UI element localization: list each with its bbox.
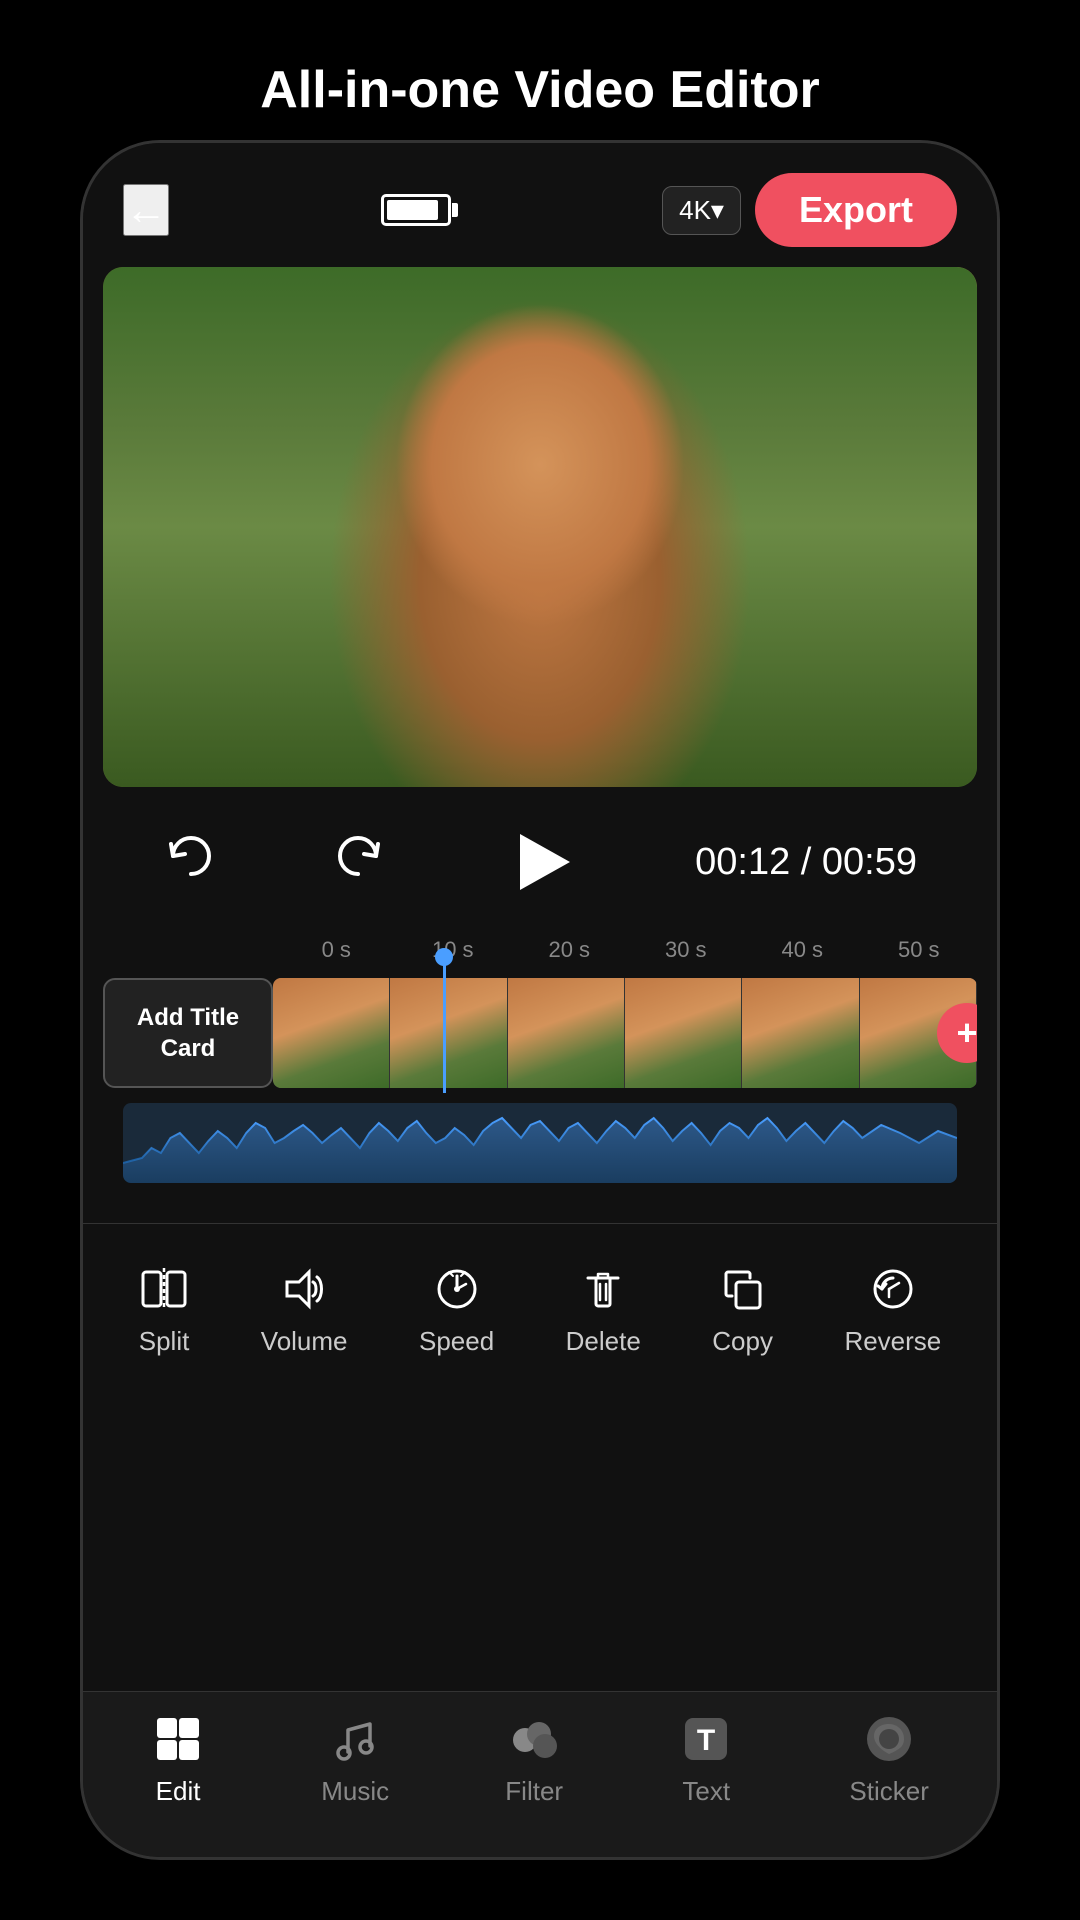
ruler-mark-0: 0 s [278,937,395,963]
app-title: All-in-one Video Editor [0,0,1080,160]
add-title-card-block[interactable]: Add TitleCard [103,978,273,1088]
timeline-ruler: 0 s 10 s 20 s 30 s 40 s 50 s [103,937,977,973]
speed-icon [432,1264,482,1314]
svg-text:T: T [697,1724,715,1757]
speed-tool[interactable]: Speed [419,1264,494,1357]
strip-frame-1 [273,978,390,1088]
edit-nav-icon [151,1712,205,1766]
nav-sticker[interactable]: Sticker [849,1712,928,1807]
battery-icon [381,194,451,226]
nav-edit[interactable]: Edit [151,1712,205,1807]
nav-music[interactable]: Music [321,1712,389,1807]
text-nav-icon: T [679,1712,733,1766]
back-button[interactable]: ← [123,184,169,236]
volume-tool[interactable]: Volume [261,1264,348,1357]
waveform-svg [123,1103,957,1183]
filter-nav-label: Filter [505,1776,563,1807]
strip-frame-3 [508,978,625,1088]
top-bar: ← 4K▾ Export [83,143,997,267]
split-tool[interactable]: Split [139,1264,190,1357]
video-strip[interactable]: + [273,978,977,1088]
copy-tool[interactable]: Copy [712,1264,773,1357]
split-label: Split [139,1326,190,1357]
edit-nav-label: Edit [156,1776,201,1807]
video-canvas [103,267,977,787]
volume-icon [279,1264,329,1314]
reverse-tool[interactable]: Reverse [844,1264,941,1357]
timeline-section: 0 s 10 s 20 s 30 s 40 s 50 s Add TitleCa… [83,937,997,1213]
bottom-nav: Edit Music Filter T T [83,1691,997,1857]
undo-button[interactable] [163,830,215,894]
phone-frame: ← 4K▾ Export [80,140,1000,1860]
delete-tool[interactable]: Delete [566,1264,641,1357]
time-sep: / [790,841,822,883]
play-button[interactable] [506,827,576,897]
ruler-mark-20: 20 s [511,937,628,963]
current-time: 00:12 [695,841,790,883]
split-icon [139,1264,189,1314]
text-nav-label: Text [682,1776,730,1807]
video-frame-content [103,267,977,787]
redo-icon [334,830,386,882]
volume-label: Volume [261,1326,348,1357]
ruler-mark-30: 30 s [628,937,745,963]
play-icon [520,834,570,890]
quality-selector[interactable]: 4K▾ [662,186,741,235]
time-display: 00:12 / 00:59 [695,841,917,884]
sticker-nav-icon [862,1712,916,1766]
ruler-mark-40: 40 s [744,937,861,963]
total-time: 00:59 [822,841,917,883]
copy-label: Copy [712,1326,773,1357]
top-right-controls: 4K▾ Export [662,173,957,247]
sticker-nav-label: Sticker [849,1776,928,1807]
strip-frame-5 [742,978,859,1088]
add-title-card-text: Add TitleCard [137,1002,239,1064]
video-preview [103,267,977,787]
playhead [443,958,446,1093]
filter-nav-icon [507,1712,561,1766]
delete-icon [578,1264,628,1314]
strip-frame-2 [390,978,507,1088]
delete-label: Delete [566,1326,641,1357]
export-button[interactable]: Export [755,173,957,247]
strip-frame-4 [625,978,742,1088]
music-nav-label: Music [321,1776,389,1807]
reverse-label: Reverse [844,1326,941,1357]
speed-label: Speed [419,1326,494,1357]
timeline-track: Add TitleCard + [103,973,977,1093]
music-nav-icon [328,1712,382,1766]
reverse-icon [868,1264,918,1314]
ruler-mark-50: 50 s [861,937,978,963]
nav-text[interactable]: T Text [679,1712,733,1807]
playback-controls: 00:12 / 00:59 [83,787,997,937]
redo-button[interactable] [334,830,386,894]
waveform-container [123,1103,957,1183]
nav-filter[interactable]: Filter [505,1712,563,1807]
copy-icon [718,1264,768,1314]
undo-icon [163,830,215,882]
edit-tools: Split Volume Speed [83,1234,997,1377]
divider [83,1223,997,1224]
